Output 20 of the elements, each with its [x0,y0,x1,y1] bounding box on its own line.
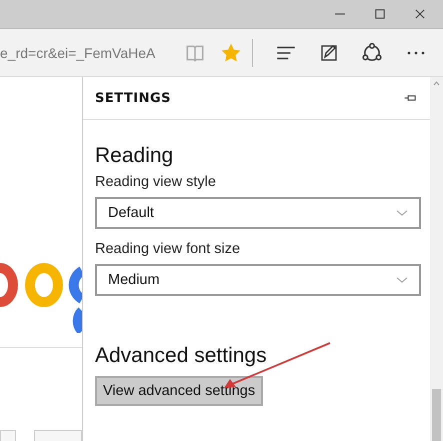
scrollbar[interactable] [430,77,443,441]
dropdown[interactable]: Default [95,197,421,229]
maximize-icon[interactable] [373,7,387,21]
field-label: Reading view style [95,174,217,190]
section-heading: Reading [95,144,174,168]
dropdown[interactable]: Medium [95,264,421,296]
address-text[interactable]: e_rd=cr&ei=_FemVaHeA [0,44,176,60]
share-icon[interactable] [361,42,383,64]
more-icon[interactable] [407,50,425,54]
close-icon[interactable] [413,7,427,21]
view-advanced-settings-button[interactable]: View advanced settings [95,376,264,406]
section-heading: Advanced settings [95,344,268,368]
page-tab[interactable] [34,430,82,441]
scrollbar-thumb[interactable] [432,389,441,441]
panel-title: SETTINGS [95,90,172,106]
note-icon[interactable] [319,42,339,62]
star-icon[interactable] [220,42,242,64]
page-tab[interactable] [0,430,16,441]
scroll-up-icon[interactable] [433,81,440,86]
field-label: Reading view font size [95,241,242,257]
